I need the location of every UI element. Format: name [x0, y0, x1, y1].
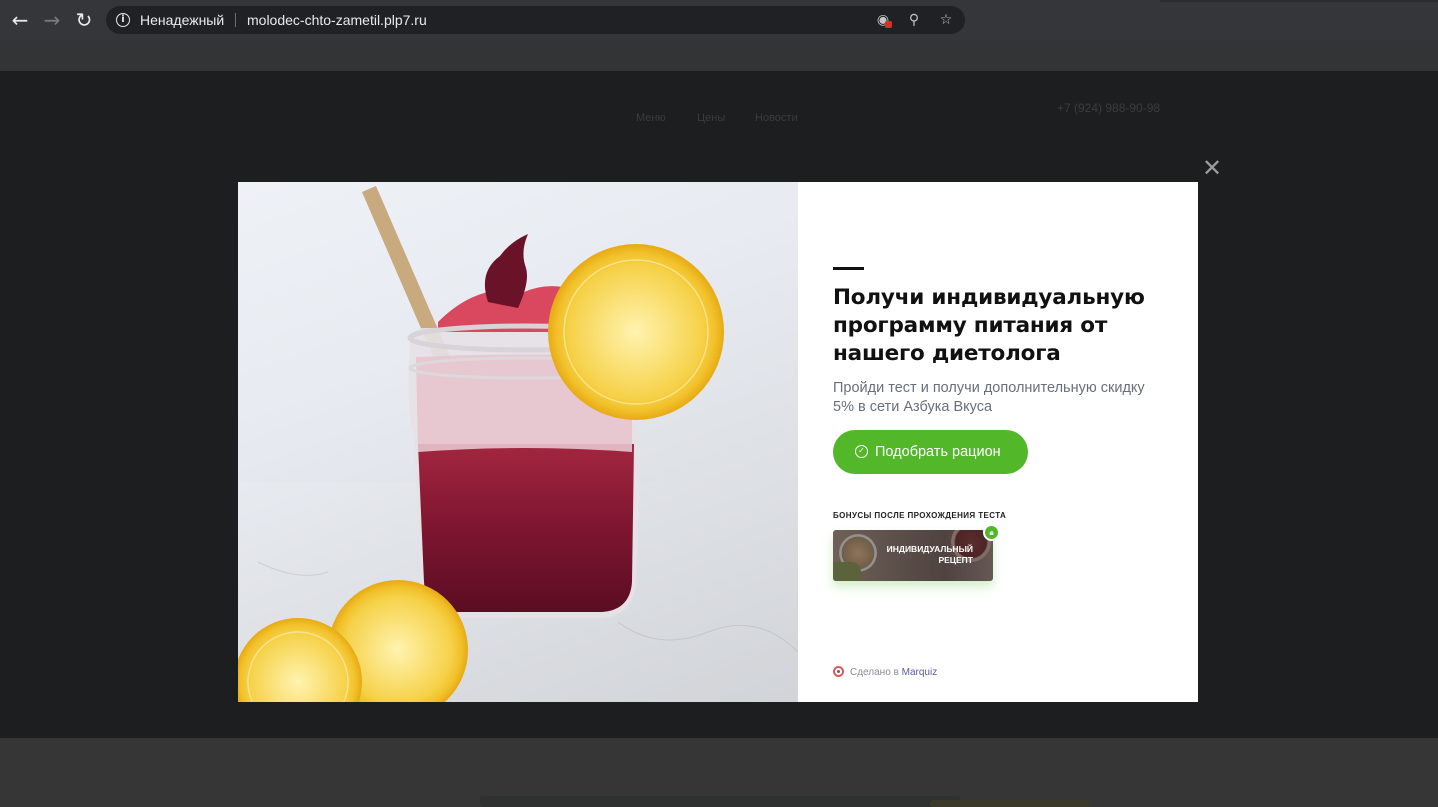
modal-content: Получи индивидуальную программу питания … [798, 182, 1198, 702]
bg-bottom-button [930, 800, 1090, 807]
omnibox-separator [235, 13, 236, 27]
zoom-icon[interactable]: ⚲ [905, 11, 923, 29]
bonus-card: ИНДИВИДУАЛЬНЫЙ РЕЦЕПТ 🔒︎ [833, 524, 1000, 581]
lock-icon: 🔒︎ [983, 524, 1000, 541]
reload-icon[interactable]: ↻ [73, 9, 95, 31]
browser-toolbar: ← → ↻ i Ненадежный molodec-chto-zametil.… [0, 0, 1438, 40]
marquiz-logo-icon [833, 666, 844, 677]
quiz-modal: Получи индивидуальную программу питания … [238, 182, 1198, 702]
modal-subtitle: Пройди тест и получи дополнительную скид… [833, 380, 1145, 415]
tab-strip [1160, 0, 1438, 2]
drink-photo [238, 182, 798, 702]
bg-nav-menu: Меню [636, 112, 666, 124]
made-in-prefix: Сделано в [850, 667, 899, 678]
address-bar[interactable]: i Ненадежный molodec-chto-zametil.plp7.r… [106, 6, 965, 34]
bg-nav-news: Новости [755, 112, 798, 124]
star-icon[interactable]: ☆ [937, 11, 955, 29]
url-text[interactable]: molodec-chto-zametil.plp7.ru [247, 12, 427, 28]
marquiz-link[interactable]: Marquiz [902, 667, 938, 678]
modal-title: Получи индивидуальную программу питания … [833, 285, 1145, 366]
bonus-label: БОНУСЫ ПОСЛЕ ПРОХОЖДЕНИЯ ТЕСТА [833, 511, 1007, 520]
drink-illustration [238, 186, 798, 702]
forward-arrow-icon[interactable]: → [41, 9, 63, 31]
close-icon[interactable]: ✕ [1201, 156, 1223, 180]
cookie-blocked-icon[interactable]: ◉ [874, 11, 892, 29]
title-accent-line [833, 267, 864, 270]
made-in-marquiz[interactable]: Сделано в Marquiz [833, 666, 937, 678]
bg-nav-prices: Цены [697, 112, 726, 124]
bg-phone: +7 (924) 988-90-98 [1057, 101, 1161, 115]
select-diet-button-label: Подобрать рацион [875, 444, 1001, 460]
page-header-strip [0, 40, 1438, 71]
back-arrow-icon[interactable]: ← [9, 9, 31, 31]
bonus-card-text: ИНДИВИДУАЛЬНЫЙ РЕЦЕПТ [886, 544, 973, 565]
bg-bottom-bar [480, 796, 960, 807]
security-label[interactable]: Ненадежный [140, 12, 224, 28]
info-icon[interactable]: i [116, 13, 130, 27]
select-diet-button[interactable]: ✓ Подобрать рацион [833, 430, 1028, 474]
check-icon: ✓ [855, 445, 868, 458]
